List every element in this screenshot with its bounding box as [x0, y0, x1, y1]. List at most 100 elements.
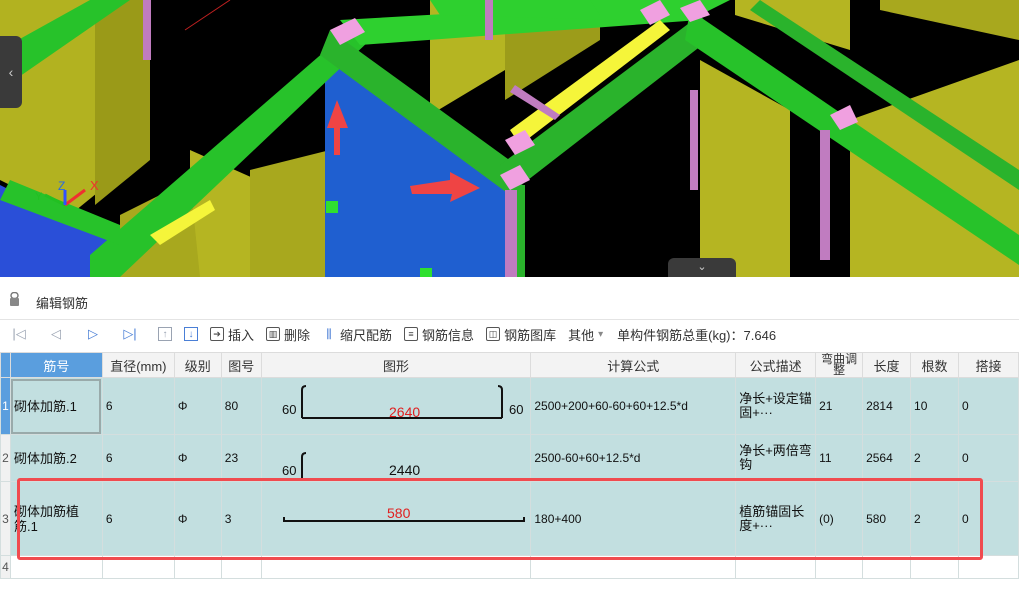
cell-length[interactable]: 580: [862, 481, 912, 556]
cell-empty[interactable]: [958, 555, 1019, 579]
cell-shape[interactable]: 60 2640 60: [260, 377, 532, 435]
header-formula[interactable]: 计算公式: [530, 352, 737, 378]
cell-fig-no[interactable]: 80: [220, 377, 262, 435]
rebar-3d-scene: X Z Y: [0, 0, 1019, 277]
other-dropdown[interactable]: 其他 ▾: [568, 325, 603, 344]
header-splice[interactable]: 搭接: [958, 352, 1019, 378]
table-row[interactable]: 1 砌体加筋.1 6 Φ 80 60 2640 60 2500+200+60-6…: [0, 377, 1019, 435]
move-up-icon[interactable]: ↑: [158, 327, 172, 341]
cell-diameter[interactable]: 6: [101, 377, 175, 435]
cell-empty[interactable]: [530, 555, 737, 579]
delete-button[interactable]: ▥ 删除: [266, 325, 310, 344]
cell-empty[interactable]: [220, 555, 262, 579]
cell-name[interactable]: 砌体加筋.1: [9, 377, 103, 435]
cell-diameter[interactable]: 6: [101, 434, 175, 482]
cell-empty[interactable]: [9, 555, 103, 579]
3d-viewport[interactable]: X Z Y ‹ ⌄: [0, 0, 1019, 277]
header-corner: [0, 352, 11, 378]
cell-length[interactable]: 2564: [862, 434, 912, 482]
rebar-library-label: 钢筋图库: [504, 327, 557, 343]
cell-empty[interactable]: [260, 555, 532, 579]
cell-shape[interactable]: 60 2440: [260, 434, 532, 482]
shape-left-dim: 60: [282, 402, 296, 417]
table-row[interactable]: 2 砌体加筋.2 6 Φ 23 60 2440 2500-60+60+12.5*…: [0, 434, 1019, 482]
info-list-icon: ≡: [404, 327, 419, 341]
scale-rebar-label: 缩尺配筋: [340, 327, 393, 343]
first-record-icon[interactable]: |◁: [10, 325, 28, 343]
cell-formula[interactable]: 180+400: [530, 481, 737, 556]
cell-empty[interactable]: [735, 555, 817, 579]
svg-text:X: X: [90, 178, 99, 193]
prev-record-icon[interactable]: ◁: [47, 325, 65, 343]
insert-button[interactable]: ➔ 插入: [210, 325, 254, 344]
rebar-info-button[interactable]: ≡ 钢筋信息: [404, 325, 474, 344]
table-row[interactable]: 3 砌体加筋植筋.1 6 Φ 3 580 180+400 植筋锚固长度+··· …: [0, 481, 1019, 556]
shape-mid-dim: 580: [387, 505, 411, 521]
cell-length[interactable]: 2814: [862, 377, 912, 435]
other-label: 其他: [568, 327, 595, 343]
row-number[interactable]: 1: [0, 377, 11, 435]
cell-grade[interactable]: Φ: [173, 481, 222, 556]
cell-empty[interactable]: [862, 555, 912, 579]
cell-bend[interactable]: 21: [815, 377, 864, 435]
cell-name[interactable]: 砌体加筋.2: [9, 434, 103, 482]
header-formula-desc[interactable]: 公式描述: [735, 352, 817, 378]
cell-desc[interactable]: 净长+设定锚固+···: [735, 377, 817, 435]
chevron-down-icon: ⌄: [697, 261, 707, 273]
header-grade[interactable]: 级别: [173, 352, 222, 378]
header-count[interactable]: 根数: [910, 352, 959, 378]
next-record-icon[interactable]: ▷: [84, 325, 102, 343]
rebar-shape-2: 60 2440: [282, 452, 527, 480]
cell-empty[interactable]: [101, 555, 175, 579]
header-fig-no[interactable]: 图号: [220, 352, 262, 378]
cell-count[interactable]: 2: [910, 434, 959, 482]
cell-count[interactable]: 10: [910, 377, 959, 435]
library-icon: ◫: [486, 327, 501, 341]
rebar-table: 筋号 直径(mm) 级别 图号 图形 计算公式 公式描述 弯曲调整 长度 根数 …: [0, 352, 1019, 579]
pin-icon[interactable]: [10, 292, 19, 306]
header-diameter[interactable]: 直径(mm): [101, 352, 175, 378]
cell-empty[interactable]: [173, 555, 222, 579]
cell-formula[interactable]: 2500-60+60+12.5*d: [530, 434, 737, 482]
row-number[interactable]: 2: [0, 434, 11, 482]
collapse-left-tab[interactable]: ‹: [0, 36, 22, 108]
cell-diameter[interactable]: 6: [101, 481, 175, 556]
header-length[interactable]: 长度: [862, 352, 912, 378]
cell-bend[interactable]: 11: [815, 434, 864, 482]
rebar-library-button[interactable]: ◫ 钢筋图库: [486, 325, 556, 344]
header-no[interactable]: 筋号: [9, 352, 103, 378]
cell-bend[interactable]: (0): [815, 481, 864, 556]
cell-grade[interactable]: Φ: [173, 434, 222, 482]
cell-empty[interactable]: [815, 555, 864, 579]
header-shape[interactable]: 图形: [260, 352, 532, 378]
cell-splice[interactable]: 0: [958, 481, 1019, 556]
row-number[interactable]: 3: [0, 481, 11, 556]
cell-fig-no[interactable]: 23: [220, 434, 262, 482]
svg-text:Y: Y: [35, 191, 43, 203]
cell-empty[interactable]: [910, 555, 959, 579]
scale-bars-icon: ⫼: [326, 326, 332, 341]
table-row[interactable]: 4: [0, 555, 1019, 579]
move-down-icon[interactable]: ↓: [184, 327, 198, 341]
cell-splice[interactable]: 0: [958, 434, 1019, 482]
cell-desc[interactable]: 净长+两倍弯钩: [735, 434, 817, 482]
cell-desc[interactable]: 植筋锚固长度+···: [735, 481, 817, 556]
scale-rebar-button[interactable]: ⫼ 缩尺配筋: [322, 325, 392, 344]
cell-grade[interactable]: Φ: [173, 377, 222, 435]
last-record-icon[interactable]: ▷|: [121, 325, 139, 343]
chevron-left-icon: ‹: [8, 64, 14, 80]
header-bend-adjust[interactable]: 弯曲调整: [815, 352, 864, 378]
cell-formula[interactable]: 2500+200+60-60+60+12.5*d: [530, 377, 737, 435]
rebar-info-label: 钢筋信息: [422, 327, 475, 343]
cell-shape[interactable]: 580: [260, 481, 532, 556]
row-number[interactable]: 4: [0, 555, 11, 579]
shape-right-dim: 60: [509, 402, 523, 417]
collapse-bottom-tab[interactable]: ⌄: [668, 258, 736, 277]
cell-fig-no[interactable]: 3: [220, 481, 262, 556]
trash-icon: ▥: [266, 327, 281, 341]
cell-name[interactable]: 砌体加筋植筋.1: [9, 481, 103, 556]
cell-count[interactable]: 2: [910, 481, 959, 556]
cell-splice[interactable]: 0: [958, 377, 1019, 435]
total-weight: 单构件钢筋总重(kg)：7.646: [617, 327, 777, 343]
shape-mid-dim: 2440: [389, 462, 420, 478]
